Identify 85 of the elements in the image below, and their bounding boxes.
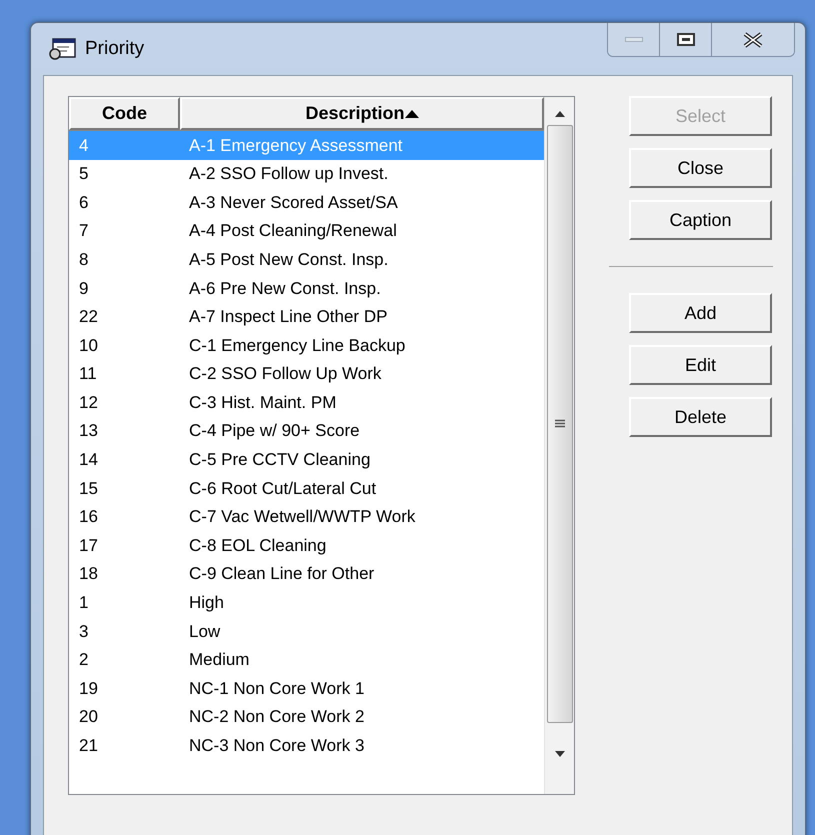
list-row[interactable]: 19 NC-1 Non Core Work 1 [69,674,544,703]
code-cell-text: 12 [78,392,99,414]
description-cell-text: NC-1 Non Core Work 1 [188,678,364,700]
code-cell-text: 4 [78,134,90,157]
list-row[interactable]: 20 NC-2 Non Core Work 2 [69,702,544,732]
description-cell-text: NC-3 Non Core Work 3 [188,735,364,758]
vertical-scrollbar[interactable] [544,97,574,794]
dialog-button[interactable]: Add [629,293,772,333]
code-cell-text: 17 [78,534,99,557]
list-row[interactable]: 10 C-1 Emergency Line Backup [69,331,544,360]
code-cell-text: 18 [78,563,99,586]
list-row[interactable]: 8 A-5 Post New Const. Insp. [69,245,544,274]
description-cell-text: C-4 Pipe w/ 90+ Score [188,420,360,442]
description-cell-text: C-2 SSO Follow Up Work [188,363,382,386]
code-cell-text: 10 [78,334,99,357]
maximize-button[interactable] [660,23,712,56]
dialog-button[interactable]: Caption [629,200,772,240]
code-cell-text: 2 [78,649,90,672]
list-row[interactable]: 14 C-5 Pre CCTV Cleaning [69,446,544,474]
description-cell-text: C-1 Emergency Line Backup [188,334,406,357]
column-header[interactable]: Description [180,97,544,130]
scroll-up-icon[interactable] [554,111,564,117]
code-cell-text: 7 [78,220,90,242]
code-cell-text: 21 [78,735,99,758]
description-cell-text: C-6 Root Cut/Lateral Cut [188,478,376,500]
dialog-button[interactable]: Edit [629,345,772,385]
list-row[interactable]: 12 C-3 Hist. Maint. PM [69,388,544,417]
list-row[interactable]: 22 A-7 Inspect Line Other DP [69,302,544,332]
description-cell-text: A-6 Pre New Const. Insp. [188,278,381,300]
list-row[interactable]: 16 C-7 Vac Wetwell/WWTP Work [69,502,544,532]
window-title: Priority [85,36,144,61]
code-cell-text: 20 [78,706,99,728]
scroll-down-icon[interactable] [554,751,564,757]
app-window-icon [47,37,77,61]
close-icon [742,32,764,48]
description-cell-text: A-7 Inspect Line Other DP [188,306,388,328]
description-cell-text: A-5 Post New Const. Insp. [188,248,388,271]
code-cell-text: 3 [78,620,90,643]
code-cell-text: 6 [78,192,90,214]
list-row[interactable]: 9 A-6 Pre New Const. Insp. [69,274,544,303]
description-cell-text: A-2 SSO Follow up Invest. [188,163,388,186]
list-row[interactable]: 7 A-4 Post Cleaning/Renewal [69,216,544,246]
code-cell-text: 19 [78,678,99,700]
code-cell-text: 1 [78,592,90,614]
description-cell-text: NC-2 Non Core Work 2 [188,706,364,728]
minimize-icon [624,37,642,42]
code-cell-text: 16 [78,506,99,528]
description-cell-text: C-7 Vac Wetwell/WWTP Work [188,506,416,528]
code-cell-text: 13 [78,420,99,442]
description-cell-text: A-4 Post Cleaning/Renewal [188,220,397,242]
description-cell-text: A-3 Never Scored Asset/SA [188,192,398,214]
list-row[interactable]: 2 Medium [69,646,544,674]
code-cell-text: 5 [78,163,90,186]
description-cell-text: A-1 Emergency Assessment [188,134,403,157]
maximize-icon [676,33,694,46]
description-cell-text: High [188,592,224,614]
close-window-button[interactable] [712,23,794,56]
sort-ascending-icon [404,110,419,118]
description-cell-text: Medium [188,649,250,672]
list-row[interactable]: 18 C-9 Clean Line for Other [69,560,544,588]
list-row[interactable]: 13 C-4 Pipe w/ 90+ Score [69,416,544,446]
column-header[interactable]: Code [69,97,180,130]
grip-icon [554,419,564,429]
description-cell-text: C-9 Clean Line for Other [188,563,374,586]
list-row[interactable]: 21 NC-3 Non Core Work 3 [69,731,544,760]
list-row[interactable]: 5 A-2 SSO Follow up Invest. [69,160,544,188]
code-cell-text: 11 [78,363,98,386]
description-cell-text: C-8 EOL Cleaning [188,534,326,557]
list-row[interactable]: 11 C-2 SSO Follow Up Work [69,360,544,388]
list-row[interactable]: 3 Low [69,617,544,646]
list-row[interactable]: 17 C-8 EOL Cleaning [69,531,544,560]
dialog-button[interactable]: Close [629,148,772,188]
code-cell-text: 15 [78,478,99,500]
dialog-button[interactable]: Delete [629,397,772,437]
description-cell-text: C-5 Pre CCTV Cleaning [188,449,370,472]
list-row[interactable]: 15 C-6 Root Cut/Lateral Cut [69,474,544,503]
code-cell-text: 8 [78,248,90,271]
code-cell-text: 9 [78,278,90,300]
code-cell-text: 14 [78,449,99,472]
description-cell-text: C-3 Hist. Maint. PM [188,392,336,414]
description-cell-text: Low [188,620,220,643]
list-row[interactable]: 1 High [69,588,544,618]
code-cell-text: 22 [78,306,99,328]
list-row[interactable]: 6 A-3 Never Scored Asset/SA [69,188,544,217]
scroll-thumb[interactable] [546,125,572,723]
